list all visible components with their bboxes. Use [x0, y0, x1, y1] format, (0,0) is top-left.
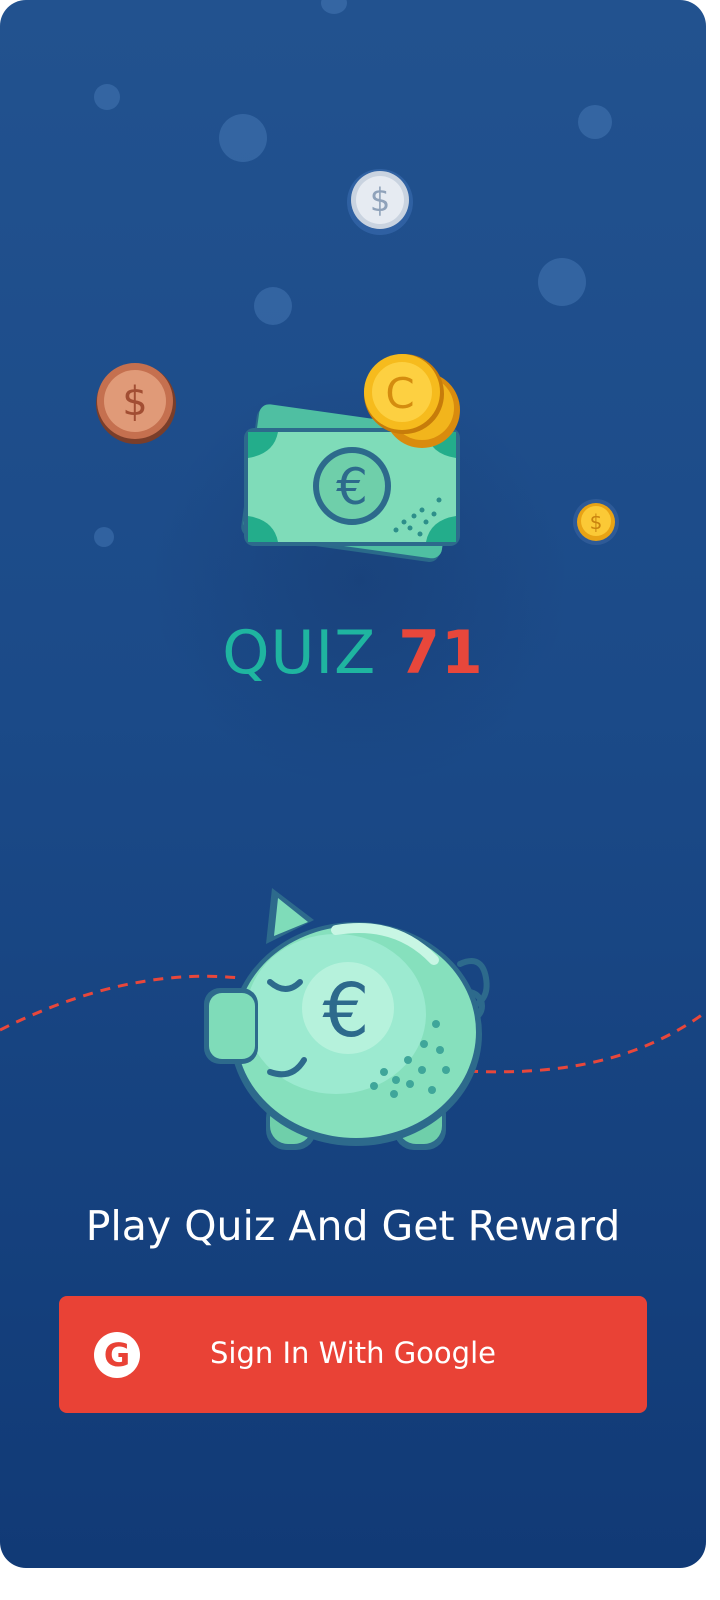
svg-text:$: $ [590, 510, 603, 534]
svg-text:€: € [336, 458, 368, 516]
background-bubble [578, 105, 612, 139]
background-bubble [254, 287, 292, 325]
svg-text:$: $ [370, 181, 390, 219]
tagline: Play Quiz And Get Reward [85, 1202, 621, 1250]
euro-piggy-bank-icon: € [204, 888, 490, 1150]
bronze-dollar-coin-icon: $ [96, 363, 176, 444]
background-bubble [94, 84, 120, 110]
background-bubble [94, 527, 114, 547]
euro-banknote-icon: € C [241, 354, 460, 562]
gold-dollar-coin-icon: $ [573, 499, 619, 545]
background-bubble [219, 114, 267, 162]
silver-dollar-coin-icon: $ [347, 169, 413, 235]
svg-text:$: $ [122, 379, 147, 425]
app-title: QUIZ 71 [0, 618, 706, 688]
splash-screen: $ $ $ € C QUIZ 71 € Play Quiz And Get Re… [0, 0, 706, 1568]
app-title-number: 71 [398, 618, 484, 688]
sign-in-button-label: Sign In With Google [210, 1336, 496, 1370]
background-bubble [321, 0, 347, 14]
app-title-word: QUIZ [222, 618, 377, 688]
background-bubble [538, 258, 586, 306]
svg-text:C: C [385, 369, 414, 418]
sign-in-with-google-button[interactable]: G Sign In With Google [59, 1296, 647, 1413]
svg-text:€: € [322, 968, 369, 1054]
